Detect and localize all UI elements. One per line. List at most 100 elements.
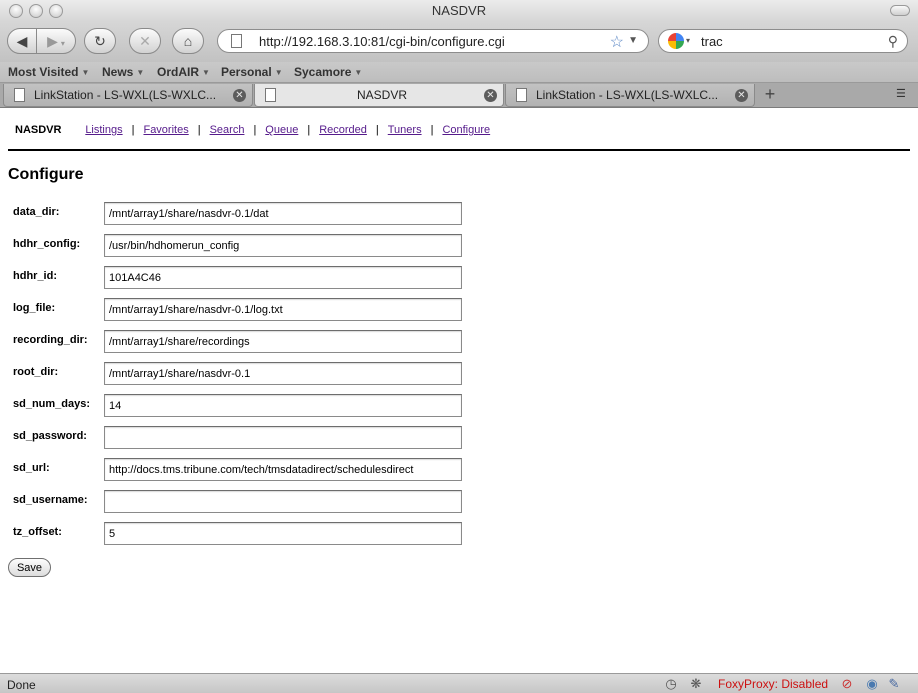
- forward-button[interactable]: ▶ ▾: [36, 28, 76, 54]
- field-row-sd-num-days: sd_num_days:: [13, 394, 473, 417]
- tab-linkstation-2[interactable]: LinkStation - LS-WXL(LS-WXLC... ✕: [505, 84, 755, 107]
- nav-link-recorded[interactable]: Recorded: [319, 124, 367, 136]
- close-window-icon[interactable]: [9, 4, 23, 18]
- tz-offset-input[interactable]: [104, 522, 462, 545]
- hdhr-config-input[interactable]: [104, 234, 462, 257]
- bookmark-most-visited[interactable]: Most Visited ▼: [8, 65, 89, 79]
- home-button[interactable]: ⌂: [172, 28, 204, 54]
- url-bar[interactable]: http://192.168.3.10:81/cgi-bin/configure…: [217, 29, 649, 53]
- bookmark-ordair[interactable]: OrdAIR ▼: [157, 65, 210, 79]
- search-bar[interactable]: ▾ trac ⚲: [658, 29, 908, 53]
- close-tab-icon[interactable]: ✕: [233, 89, 246, 102]
- field-row-tz-offset: tz_offset:: [13, 522, 473, 545]
- bug-icon[interactable]: ❋: [688, 676, 704, 692]
- status-bar: Done ◷ ❋ FoxyProxy: Disabled ⊘ ◉ ✎: [0, 673, 918, 693]
- field-label: sd_password:: [13, 430, 87, 442]
- page-title: Configure: [8, 166, 84, 183]
- field-label: sd_url:: [13, 462, 50, 474]
- status-text: Done: [7, 678, 36, 692]
- header-divider: [8, 149, 910, 151]
- search-input[interactable]: trac: [701, 34, 723, 49]
- sd-url-input[interactable]: [104, 458, 462, 481]
- field-row-sd-url: sd_url:: [13, 458, 473, 481]
- globe-icon[interactable]: ◉: [864, 676, 880, 692]
- field-row-hdhr-config: hdhr_config:: [13, 234, 473, 257]
- close-tab-icon[interactable]: ✕: [484, 89, 497, 102]
- root-dir-input[interactable]: [104, 362, 462, 385]
- field-row-data-dir: data_dir:: [13, 202, 473, 225]
- hdhr-id-input[interactable]: [104, 266, 462, 289]
- chevron-down-icon: ▼: [136, 68, 145, 77]
- save-button[interactable]: Save: [8, 558, 51, 577]
- field-row-recording-dir: recording_dir:: [13, 330, 473, 353]
- site-navigation: NASDVR|Listings|Favorites|Search|Queue|R…: [15, 124, 491, 136]
- field-row-hdhr-id: hdhr_id:: [13, 266, 473, 289]
- page-content: NASDVR|Listings|Favorites|Search|Queue|R…: [0, 109, 918, 673]
- pen-icon[interactable]: ✎: [886, 676, 902, 692]
- reload-button[interactable]: ↻: [84, 28, 116, 54]
- page-favicon-icon: [231, 34, 242, 48]
- toolbar-toggle-icon[interactable]: [890, 5, 910, 16]
- field-label: hdhr_config:: [13, 238, 81, 250]
- bookmark-personal[interactable]: Personal ▼: [221, 65, 283, 79]
- field-row-log-file: log_file:: [13, 298, 473, 321]
- sd-num-days-input[interactable]: [104, 394, 462, 417]
- nav-link-configure[interactable]: Configure: [442, 124, 490, 136]
- tab-label: LinkStation - LS-WXL(LS-WXLC...: [34, 88, 217, 102]
- sd-password-input[interactable]: [104, 426, 462, 449]
- nav-link-listings[interactable]: Listings: [85, 124, 122, 136]
- field-row-sd-password: sd_password:: [13, 426, 473, 449]
- url-history-dropdown-icon[interactable]: ▼: [628, 35, 638, 46]
- field-label: sd_username:: [13, 494, 88, 506]
- home-icon: ⌂: [183, 33, 193, 49]
- stop-button[interactable]: ✕: [129, 28, 161, 54]
- field-row-root-dir: root_dir:: [13, 362, 473, 385]
- field-label: root_dir:: [13, 366, 59, 378]
- log-file-input[interactable]: [104, 298, 462, 321]
- foxyproxy-status[interactable]: FoxyProxy: Disabled: [718, 677, 828, 691]
- minimize-window-icon[interactable]: [29, 4, 43, 18]
- page-icon: [14, 88, 25, 102]
- reload-icon: ↻: [94, 32, 106, 49]
- close-tab-icon[interactable]: ✕: [735, 89, 748, 102]
- field-label: hdhr_id:: [13, 270, 57, 282]
- tab-linkstation-1[interactable]: LinkStation - LS-WXL(LS-WXLC... ✕: [3, 84, 253, 107]
- tab-nasdvr[interactable]: NASDVR ✕: [254, 84, 504, 107]
- recording-dir-input[interactable]: [104, 330, 462, 353]
- google-search-engine-icon[interactable]: [668, 33, 684, 49]
- chevron-down-icon: ▼: [354, 68, 363, 77]
- bookmark-news[interactable]: News ▼: [102, 65, 144, 79]
- zoom-window-icon[interactable]: [49, 4, 63, 18]
- bookmark-star-icon[interactable]: ☆: [610, 32, 624, 52]
- data-dir-input[interactable]: [104, 202, 462, 225]
- list-all-tabs-icon[interactable]: ☰: [896, 87, 912, 101]
- search-magnifier-icon[interactable]: ⚲: [888, 33, 898, 50]
- search-engine-dropdown-icon[interactable]: ▾: [686, 36, 690, 45]
- field-label: sd_num_days:: [13, 398, 91, 410]
- back-arrow-icon: ◀: [16, 32, 28, 49]
- nav-link-tuners[interactable]: Tuners: [388, 124, 422, 136]
- tab-strip: LinkStation - LS-WXL(LS-WXLC... ✕ NASDVR…: [0, 83, 918, 108]
- nav-link-search[interactable]: Search: [210, 124, 245, 136]
- chevron-down-icon: ▼: [274, 68, 283, 77]
- field-label: tz_offset:: [13, 526, 62, 538]
- tab-label: NASDVR: [356, 88, 407, 102]
- nav-link-queue[interactable]: Queue: [265, 124, 298, 136]
- page-icon: [265, 88, 276, 102]
- new-tab-plus-icon[interactable]: +: [757, 85, 783, 105]
- page-icon: [516, 88, 527, 102]
- bookmark-sycamore[interactable]: Sycamore ▼: [294, 65, 362, 79]
- stop-icon: ✕: [139, 32, 151, 49]
- chevron-down-icon: ▼: [202, 68, 210, 77]
- navigation-toolbar: ◀ ▶ ▾ ↻ ✕ ⌂ http://192.168.3.10:81/cgi-bi…: [0, 22, 918, 62]
- field-label: log_file:: [13, 302, 56, 314]
- field-row-sd-username: sd_username:: [13, 490, 473, 513]
- back-button[interactable]: ◀: [7, 28, 37, 54]
- url-text[interactable]: http://192.168.3.10:81/cgi-bin/configure…: [259, 34, 505, 49]
- forward-arrow-icon: ▶ ▾: [47, 32, 65, 49]
- clock-icon[interactable]: ◷: [663, 676, 679, 692]
- sd-username-input[interactable]: [104, 490, 462, 513]
- nav-link-favorites[interactable]: Favorites: [143, 124, 188, 136]
- blocked-icon[interactable]: ⊘: [839, 676, 855, 692]
- tab-label: LinkStation - LS-WXL(LS-WXLC...: [536, 88, 719, 102]
